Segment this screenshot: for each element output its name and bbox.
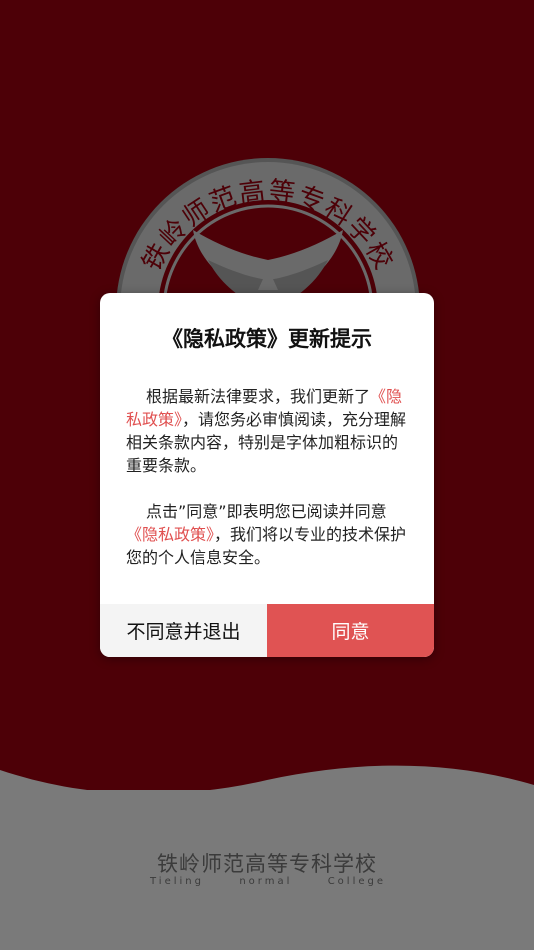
dialog-button-row: 不同意并退出 同意	[100, 604, 434, 657]
privacy-policy-dialog: 《隐私政策》更新提示 根据最新法律要求，我们更新了《隐私政策》，请您务必审慎阅读…	[100, 293, 434, 657]
dialog-body: 根据最新法律要求，我们更新了《隐私政策》，请您务必审慎阅读，充分理解相关条款内容…	[126, 385, 410, 569]
dialog-title: 《隐私政策》更新提示	[162, 327, 372, 351]
decline-exit-button[interactable]: 不同意并退出	[100, 604, 267, 657]
paragraph-text: 根据最新法律要求，我们更新了	[146, 387, 371, 406]
agree-button[interactable]: 同意	[267, 604, 434, 657]
privacy-policy-link[interactable]: 《隐私政策》	[126, 525, 214, 544]
paragraph-text: 点击”同意”即表明您已阅读并同意	[146, 502, 387, 521]
dialog-paragraph: 根据最新法律要求，我们更新了《隐私政策》，请您务必审慎阅读，充分理解相关条款内容…	[126, 385, 410, 477]
dialog-paragraph: 点击”同意”即表明您已阅读并同意《隐私政策》，我们将以专业的技术保护您的个人信息…	[126, 500, 410, 569]
